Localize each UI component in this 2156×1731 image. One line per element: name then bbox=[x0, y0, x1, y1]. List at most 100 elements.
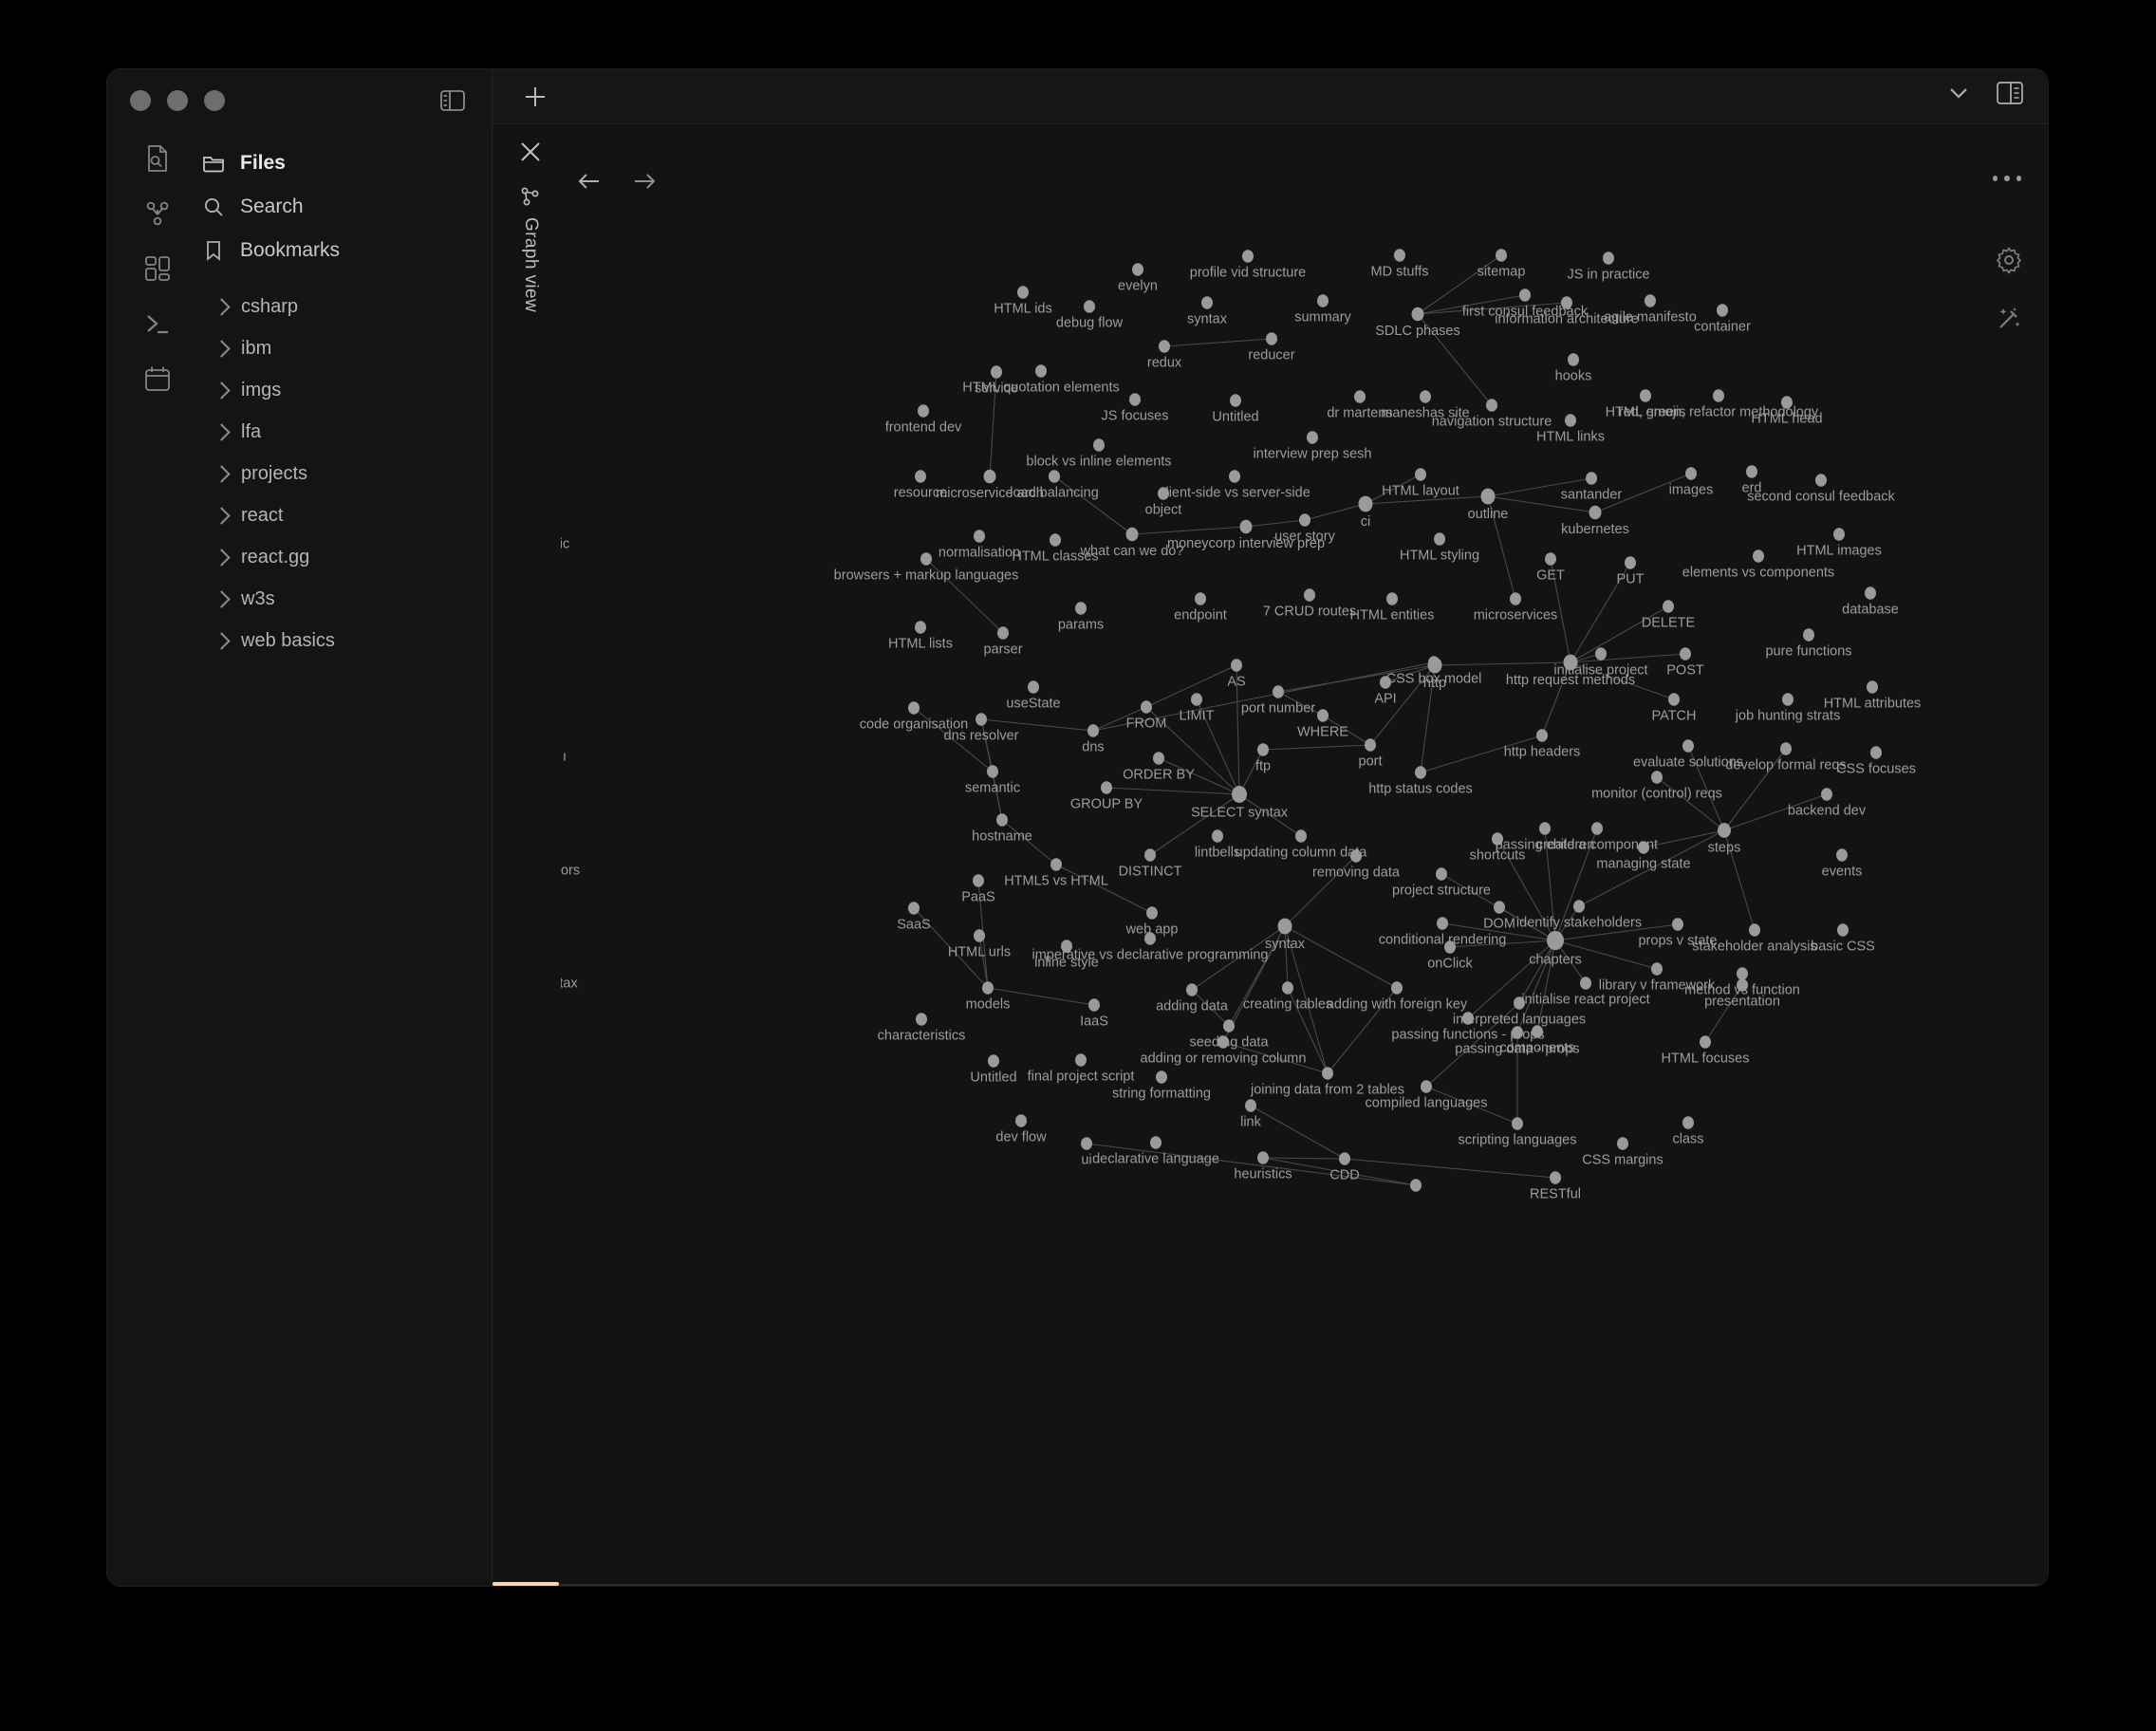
graph-node[interactable] bbox=[1391, 981, 1403, 995]
graph-node[interactable] bbox=[1081, 1137, 1092, 1150]
graph-node[interactable] bbox=[1223, 1019, 1235, 1033]
graph-node[interactable] bbox=[1591, 822, 1603, 835]
graph-node[interactable] bbox=[1651, 771, 1663, 784]
graph-node[interactable] bbox=[996, 813, 1008, 827]
graph-node[interactable] bbox=[976, 713, 987, 726]
graph-node[interactable] bbox=[1682, 739, 1694, 753]
graph-node[interactable] bbox=[1231, 659, 1242, 672]
graph-node[interactable] bbox=[1087, 724, 1099, 737]
graph-node[interactable] bbox=[982, 981, 994, 995]
graph-node[interactable] bbox=[920, 552, 932, 566]
graph-node[interactable] bbox=[1545, 552, 1556, 566]
graph-node[interactable] bbox=[973, 874, 984, 887]
graph-node[interactable] bbox=[988, 1054, 999, 1068]
sidebar-item-files[interactable]: Files bbox=[195, 141, 478, 185]
graph-node[interactable] bbox=[1075, 1053, 1087, 1067]
graph-node[interactable] bbox=[1718, 823, 1731, 838]
graph-node[interactable] bbox=[1295, 829, 1307, 843]
graph-node[interactable] bbox=[1146, 906, 1158, 920]
graph-node[interactable] bbox=[1603, 251, 1614, 265]
graph-node[interactable] bbox=[1595, 647, 1607, 661]
graph-node[interactable] bbox=[1277, 918, 1292, 935]
folder-item-react[interactable]: react bbox=[195, 494, 478, 536]
graph-node[interactable] bbox=[987, 765, 998, 778]
minimize-window-button[interactable] bbox=[167, 90, 188, 111]
graph-node[interactable] bbox=[974, 530, 985, 543]
graph-node[interactable] bbox=[1304, 588, 1315, 602]
graph-node[interactable] bbox=[1682, 1116, 1694, 1129]
graph-node[interactable] bbox=[1821, 788, 1832, 801]
graph-node[interactable] bbox=[1434, 532, 1445, 546]
graph-canvas[interactable]: evelyn profile vid structure MD stuffs site… bbox=[561, 124, 2048, 1586]
graph-node[interactable] bbox=[974, 929, 985, 942]
graph-node[interactable] bbox=[1257, 1151, 1269, 1164]
graph-node[interactable] bbox=[1191, 693, 1202, 706]
plus-icon[interactable] bbox=[521, 83, 549, 111]
graph-node[interactable] bbox=[1132, 263, 1143, 276]
calendar-icon[interactable] bbox=[142, 363, 173, 394]
graph-node[interactable] bbox=[1519, 288, 1531, 302]
graph-node[interactable] bbox=[1717, 304, 1728, 317]
graph-icon[interactable] bbox=[142, 198, 173, 229]
terminal-icon[interactable] bbox=[142, 308, 173, 339]
graph-node[interactable] bbox=[1833, 528, 1845, 541]
graph-node[interactable] bbox=[1195, 592, 1206, 605]
graph-node[interactable] bbox=[1358, 495, 1373, 512]
graph-node[interactable] bbox=[1415, 468, 1426, 481]
graph-node[interactable] bbox=[1282, 981, 1293, 995]
graph-node[interactable] bbox=[1480, 488, 1496, 505]
folder-item-projects[interactable]: projects bbox=[195, 453, 478, 494]
graph-node[interactable] bbox=[1700, 1035, 1711, 1049]
graph-node[interactable] bbox=[915, 470, 926, 483]
graph-node[interactable] bbox=[1273, 685, 1284, 698]
graph-node[interactable] bbox=[1017, 286, 1029, 299]
graph-node[interactable] bbox=[1015, 1114, 1027, 1127]
folder-item-ibm[interactable]: ibm bbox=[195, 327, 478, 369]
graph-node[interactable] bbox=[1625, 556, 1636, 569]
graph-node[interactable] bbox=[1245, 1099, 1256, 1112]
graph-node[interactable] bbox=[1049, 470, 1060, 483]
zoom-window-button[interactable] bbox=[204, 90, 225, 111]
graph-node[interactable] bbox=[1156, 1070, 1167, 1084]
graph-node[interactable] bbox=[1144, 848, 1156, 862]
panel-left-icon[interactable] bbox=[440, 90, 465, 111]
graph-node[interactable] bbox=[1028, 680, 1039, 694]
graph-node[interactable] bbox=[1589, 505, 1602, 520]
graph-node[interactable] bbox=[1394, 249, 1405, 262]
graph-node[interactable] bbox=[1672, 918, 1683, 931]
graph-node[interactable] bbox=[1685, 467, 1697, 480]
graph-node[interactable] bbox=[1573, 900, 1585, 913]
graph-node[interactable] bbox=[1494, 901, 1505, 914]
graph-node[interactable] bbox=[1230, 394, 1241, 407]
graph-node[interactable] bbox=[1645, 294, 1656, 307]
graph-node[interactable] bbox=[1617, 1137, 1628, 1150]
graph-node[interactable] bbox=[1386, 592, 1398, 605]
graph-node[interactable] bbox=[1815, 474, 1827, 487]
graph-node[interactable] bbox=[1420, 390, 1431, 403]
graph-node[interactable] bbox=[1580, 977, 1591, 990]
graph-node[interactable] bbox=[1266, 332, 1277, 345]
sidebar-item-search[interactable]: Search bbox=[195, 185, 478, 229]
close-icon[interactable] bbox=[518, 140, 543, 164]
graph-node[interactable] bbox=[1150, 1136, 1162, 1149]
graph-node[interactable] bbox=[1586, 472, 1597, 485]
graph-node[interactable] bbox=[1870, 746, 1882, 759]
graph-node[interactable] bbox=[1496, 249, 1507, 262]
graph-node[interactable] bbox=[1753, 549, 1764, 563]
graph-node[interactable] bbox=[1035, 364, 1047, 378]
dashboard-icon[interactable] bbox=[142, 253, 173, 284]
graph-node[interactable] bbox=[1411, 307, 1424, 322]
graph-node[interactable] bbox=[1651, 962, 1663, 976]
graph-node[interactable] bbox=[1153, 752, 1164, 765]
folder-item-csharp[interactable]: csharp bbox=[195, 286, 478, 327]
graph-node[interactable] bbox=[1680, 647, 1691, 661]
graph-node[interactable] bbox=[1436, 867, 1447, 881]
graph-node[interactable] bbox=[1232, 786, 1247, 803]
graph-node[interactable] bbox=[1668, 693, 1680, 706]
graph-node[interactable] bbox=[991, 365, 1002, 379]
graph-node[interactable] bbox=[1510, 592, 1521, 605]
chevron-down-icon[interactable] bbox=[1945, 84, 1972, 102]
graph-node[interactable] bbox=[1088, 998, 1100, 1012]
graph-node[interactable] bbox=[1536, 729, 1548, 742]
graph-node[interactable] bbox=[1865, 586, 1876, 600]
